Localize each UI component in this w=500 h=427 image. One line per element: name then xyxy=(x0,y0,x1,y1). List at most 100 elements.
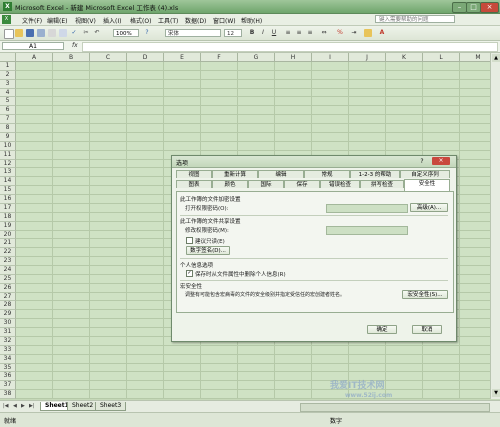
restore-button[interactable]: □ xyxy=(466,2,481,13)
tab-lotus-help[interactable]: 1-2-3 的帮助 xyxy=(350,170,400,178)
prev-sheet-icon[interactable]: ◀ xyxy=(13,403,17,409)
column-header-a[interactable]: A xyxy=(16,53,53,62)
tab-general[interactable]: 常规 xyxy=(304,170,350,178)
new-icon[interactable] xyxy=(4,29,14,39)
menu-format[interactable]: 格式(O) xyxy=(130,16,151,25)
font-size-select[interactable]: 12 xyxy=(224,29,242,37)
vertical-scrollbar[interactable]: ▲ ▼ xyxy=(490,53,500,399)
column-header-h[interactable]: H xyxy=(275,53,312,62)
row-header-2[interactable]: 2 xyxy=(0,70,16,80)
close-button[interactable]: × xyxy=(480,2,499,13)
row-header-4[interactable]: 4 xyxy=(0,88,16,98)
row-header-24[interactable]: 24 xyxy=(0,266,16,275)
tab-spelling[interactable]: 拼写检查 xyxy=(360,180,404,188)
print-icon[interactable] xyxy=(48,29,56,37)
column-header-k[interactable]: K xyxy=(386,53,423,62)
font-color-icon[interactable]: A xyxy=(378,29,386,37)
scroll-down-icon[interactable]: ▼ xyxy=(492,389,500,397)
tab-save[interactable]: 保存 xyxy=(284,180,320,188)
tab-edit[interactable]: 编辑 xyxy=(258,170,304,178)
last-sheet-icon[interactable]: ▶| xyxy=(29,403,35,409)
row-header-28[interactable]: 28 xyxy=(0,301,16,311)
sheet-tab-sheet3[interactable]: Sheet3 xyxy=(95,402,127,411)
align-left-icon[interactable]: ≡ xyxy=(284,29,292,37)
row-header-33[interactable]: 33 xyxy=(0,345,16,355)
undo-icon[interactable]: ↶ xyxy=(93,29,101,37)
macro-security-button[interactable]: 宏安全性(S)... xyxy=(402,290,448,299)
modify-password-field[interactable] xyxy=(326,226,408,235)
row-header-18[interactable]: 18 xyxy=(0,212,16,222)
row-header-17[interactable]: 17 xyxy=(0,203,16,213)
column-header-e[interactable]: E xyxy=(164,53,201,62)
open-password-field[interactable] xyxy=(326,204,408,213)
column-header-c[interactable]: C xyxy=(90,53,127,62)
dialog-help-icon[interactable]: ? xyxy=(418,158,426,165)
column-header-i[interactable]: I xyxy=(312,53,349,62)
row-header-37[interactable]: 37 xyxy=(0,381,16,391)
align-center-icon[interactable]: ≡ xyxy=(295,29,303,37)
advanced-button[interactable]: 高级(A)... xyxy=(410,203,448,212)
row-header-38[interactable]: 38 xyxy=(0,390,16,399)
horizontal-scrollbar[interactable] xyxy=(300,403,490,412)
save-icon[interactable] xyxy=(26,29,34,37)
column-header-d[interactable]: D xyxy=(127,53,164,62)
next-sheet-icon[interactable]: ▶ xyxy=(21,403,25,409)
tab-color[interactable]: 颜色 xyxy=(212,180,248,188)
remove-info-checkbox[interactable]: ✓ xyxy=(186,270,193,277)
permission-icon[interactable] xyxy=(37,29,45,37)
row-header-21[interactable]: 21 xyxy=(0,239,16,249)
menu-file[interactable]: 文件(F) xyxy=(22,16,42,25)
tab-chart[interactable]: 图表 xyxy=(176,180,212,188)
indent-icon[interactable]: ⇥ xyxy=(350,29,358,37)
readonly-checkbox[interactable] xyxy=(186,237,193,244)
help-icon[interactable]: ? xyxy=(143,29,151,37)
row-header-35[interactable]: 35 xyxy=(0,363,16,373)
bold-icon[interactable]: B xyxy=(248,29,256,37)
row-header-1[interactable]: 1 xyxy=(0,62,16,71)
tab-calculation[interactable]: 重新计算 xyxy=(212,170,258,178)
row-header-20[interactable]: 20 xyxy=(0,230,16,240)
merge-center-icon[interactable]: ⇔ xyxy=(320,29,328,37)
digital-signature-button[interactable]: 数字签名(D)... xyxy=(186,246,230,255)
ok-button[interactable]: 确定 xyxy=(367,325,397,334)
row-header-13[interactable]: 13 xyxy=(0,168,16,178)
help-search-input[interactable]: 键入需要帮助的问题 xyxy=(375,15,455,23)
spelling-icon[interactable]: ✓ xyxy=(70,29,78,37)
menu-view[interactable]: 视图(V) xyxy=(75,16,96,25)
menu-help[interactable]: 帮助(H) xyxy=(241,16,262,25)
fx-icon[interactable]: fx xyxy=(72,42,78,49)
row-header-32[interactable]: 32 xyxy=(0,336,16,346)
column-header-b[interactable]: B xyxy=(53,53,90,62)
row-header-11[interactable]: 11 xyxy=(0,150,16,160)
menu-tools[interactable]: 工具(T) xyxy=(158,16,178,25)
row-header-14[interactable]: 14 xyxy=(0,177,16,187)
scroll-up-icon[interactable]: ▲ xyxy=(492,54,500,62)
percent-icon[interactable]: % xyxy=(336,29,344,37)
row-header-3[interactable]: 3 xyxy=(0,79,16,89)
minimize-button[interactable]: – xyxy=(452,2,467,13)
print-preview-icon[interactable] xyxy=(59,29,67,37)
row-header-12[interactable]: 12 xyxy=(0,159,16,169)
underline-icon[interactable]: U xyxy=(270,29,278,37)
row-header-10[interactable]: 10 xyxy=(0,141,16,151)
select-all-corner[interactable] xyxy=(0,53,16,62)
row-header-22[interactable]: 22 xyxy=(0,248,16,258)
open-icon[interactable] xyxy=(15,29,23,37)
font-select[interactable]: 宋体 xyxy=(165,29,221,37)
row-header-7[interactable]: 7 xyxy=(0,115,16,125)
row-header-9[interactable]: 9 xyxy=(0,132,16,142)
row-header-36[interactable]: 36 xyxy=(0,372,16,382)
column-header-l[interactable]: L xyxy=(423,53,460,62)
tab-error-checking[interactable]: 错误检查 xyxy=(320,180,360,188)
first-sheet-icon[interactable]: |◀ xyxy=(3,403,9,409)
tab-custom-lists[interactable]: 自定义序列 xyxy=(400,170,450,178)
cut-icon[interactable]: ✂ xyxy=(82,29,90,37)
menu-window[interactable]: 窗口(W) xyxy=(213,16,236,25)
row-header-16[interactable]: 16 xyxy=(0,195,16,204)
row-header-5[interactable]: 5 xyxy=(0,97,16,107)
row-header-34[interactable]: 34 xyxy=(0,354,16,364)
row-header-26[interactable]: 26 xyxy=(0,283,16,293)
column-header-f[interactable]: F xyxy=(201,53,238,62)
fill-color-icon[interactable] xyxy=(364,29,372,37)
row-header-31[interactable]: 31 xyxy=(0,328,16,337)
